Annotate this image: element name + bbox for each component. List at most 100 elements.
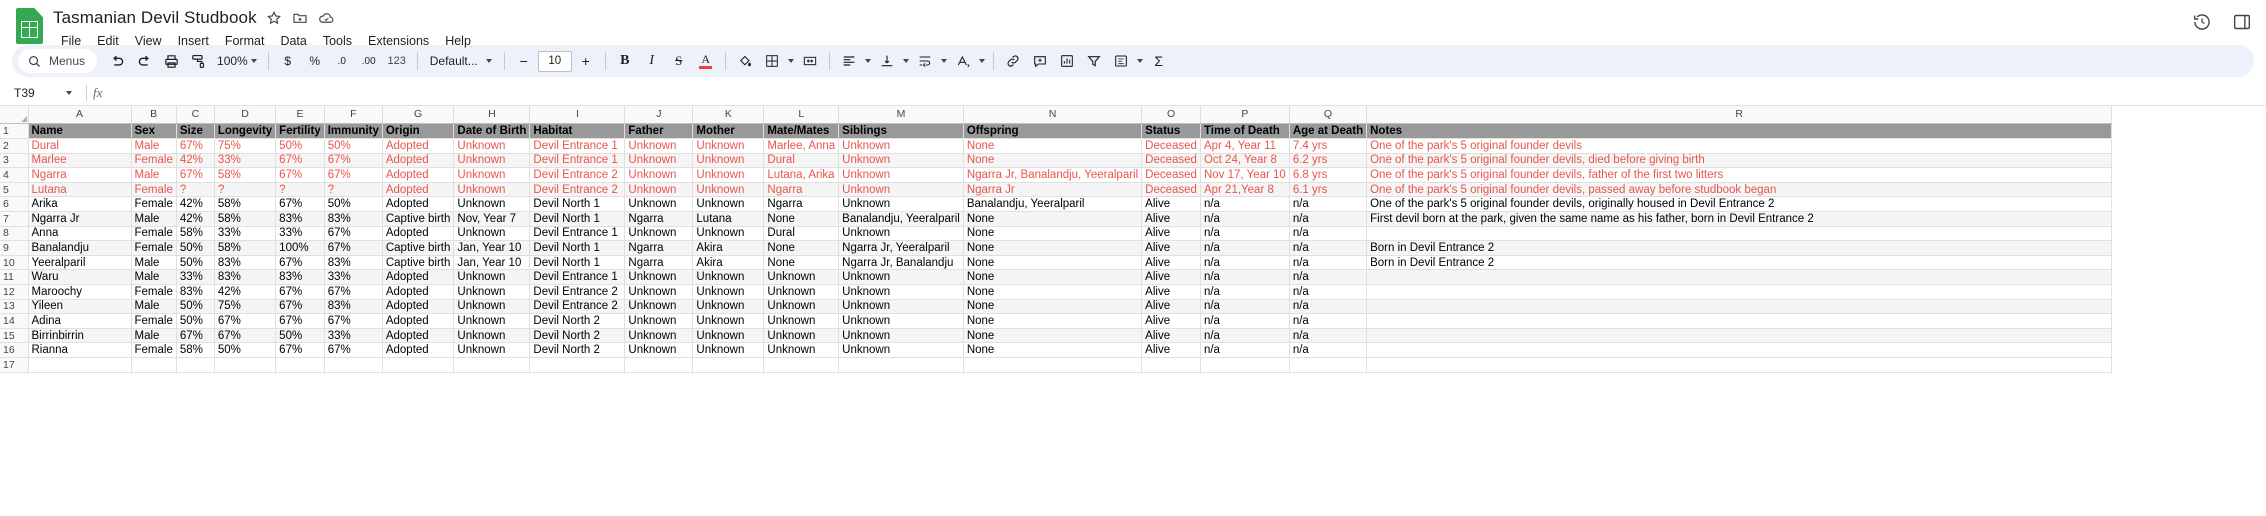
cell-M12[interactable]: Unknown bbox=[838, 284, 964, 300]
cell-D15[interactable]: 67% bbox=[214, 328, 277, 344]
table-row[interactable]: 9 Banalandju Female 50% 58% 100% 67% Captive bi… bbox=[0, 240, 2113, 256]
cell-K9[interactable]: Akira bbox=[692, 240, 765, 256]
cell-C10[interactable]: 50% bbox=[176, 255, 215, 271]
cell-A6[interactable]: Arika bbox=[28, 196, 132, 212]
valign-dropdown[interactable] bbox=[901, 48, 911, 74]
column-title-E[interactable]: Fertility bbox=[275, 123, 325, 139]
star-icon[interactable] bbox=[266, 9, 283, 26]
functions-button[interactable] bbox=[1108, 48, 1134, 74]
cell-N16[interactable]: None bbox=[963, 342, 1143, 358]
cell-M17[interactable] bbox=[838, 357, 964, 373]
cell-F8[interactable]: 67% bbox=[324, 226, 383, 242]
cell-L7[interactable]: None bbox=[763, 211, 840, 227]
bold-button[interactable]: B bbox=[612, 48, 638, 74]
row-header-13[interactable]: 13 bbox=[0, 299, 29, 315]
cell-A8[interactable]: Anna bbox=[28, 226, 132, 242]
column-header-H[interactable]: H bbox=[453, 106, 531, 124]
cell-C5[interactable]: ? bbox=[176, 182, 215, 198]
cell-A11[interactable]: Waru bbox=[28, 269, 132, 285]
cell-C12[interactable]: 83% bbox=[176, 284, 215, 300]
cell-R13[interactable] bbox=[1366, 299, 2113, 315]
move-to-folder-icon[interactable] bbox=[292, 9, 309, 26]
table-row[interactable]: 5 Lutana Female???? Adopted Unknown Devil Ent… bbox=[0, 182, 2113, 198]
horizontal-align-button[interactable] bbox=[836, 48, 862, 74]
zoom-control[interactable]: 100% bbox=[212, 48, 262, 74]
insert-comment-button[interactable] bbox=[1027, 48, 1053, 74]
cell-Q11[interactable]: n/a bbox=[1289, 269, 1368, 285]
cell-J5[interactable]: Unknown bbox=[624, 182, 694, 198]
menu-edit[interactable]: Edit bbox=[89, 32, 127, 50]
cell-B4[interactable]: Male bbox=[131, 167, 177, 183]
cell-P12[interactable]: n/a bbox=[1200, 284, 1290, 300]
cell-K16[interactable]: Unknown bbox=[692, 342, 765, 358]
menu-help[interactable]: Help bbox=[437, 32, 479, 50]
cell-O8[interactable]: Alive bbox=[1141, 226, 1201, 242]
cell-B12[interactable]: Female bbox=[131, 284, 177, 300]
cell-J16[interactable]: Unknown bbox=[624, 342, 694, 358]
cell-D16[interactable]: 50% bbox=[214, 342, 277, 358]
cell-L5[interactable]: Ngarra bbox=[763, 182, 840, 198]
spreadsheet-grid[interactable]: ABCDEFGHIJKLMNOPQR 1 Name Sex Size Longevity… bbox=[0, 106, 2266, 506]
menu-extensions[interactable]: Extensions bbox=[360, 32, 437, 50]
cell-H9[interactable]: Jan, Year 10 bbox=[453, 240, 531, 256]
cell-D9[interactable]: 58% bbox=[214, 240, 277, 256]
cell-A12[interactable]: Maroochy bbox=[28, 284, 132, 300]
cell-O9[interactable]: Alive bbox=[1141, 240, 1201, 256]
column-header-N[interactable]: N bbox=[963, 106, 1143, 124]
cell-R5[interactable]: One of the park's 5 original founder dev… bbox=[1366, 182, 2113, 198]
cell-Q16[interactable]: n/a bbox=[1289, 342, 1368, 358]
column-title-Q[interactable]: Age at Death bbox=[1289, 123, 1368, 139]
table-row[interactable]: 16 Rianna Female 58% 50% 67% 67% Adopted Unknown… bbox=[0, 342, 2113, 358]
cell-I16[interactable]: Devil North 2 bbox=[529, 342, 626, 358]
cell-H2[interactable]: Unknown bbox=[453, 138, 531, 154]
borders-button[interactable] bbox=[759, 48, 785, 74]
cell-D12[interactable]: 42% bbox=[214, 284, 277, 300]
table-row[interactable]: 8 Anna Female 58% 33% 33% 67% Adopted Unknown Dev… bbox=[0, 226, 2113, 242]
cell-R17[interactable] bbox=[1366, 357, 2113, 373]
cell-A13[interactable]: Yileen bbox=[28, 299, 132, 315]
cell-K3[interactable]: Unknown bbox=[692, 153, 765, 169]
format-currency-button[interactable]: $ bbox=[275, 48, 301, 74]
cell-G14[interactable]: Adopted bbox=[382, 313, 455, 329]
cell-J12[interactable]: Unknown bbox=[624, 284, 694, 300]
cell-R14[interactable] bbox=[1366, 313, 2113, 329]
cell-F3[interactable]: 67% bbox=[324, 153, 383, 169]
table-row[interactable]: 12 Maroochy Female 83% 42% 67% 67% Adopted Unkno… bbox=[0, 284, 2113, 300]
cell-L9[interactable]: None bbox=[763, 240, 840, 256]
cell-L11[interactable]: Unknown bbox=[763, 269, 840, 285]
cell-Q6[interactable]: n/a bbox=[1289, 196, 1368, 212]
column-title-I[interactable]: Habitat bbox=[529, 123, 626, 139]
row-header-5[interactable]: 5 bbox=[0, 182, 29, 198]
cell-I14[interactable]: Devil North 2 bbox=[529, 313, 626, 329]
cell-Q14[interactable]: n/a bbox=[1289, 313, 1368, 329]
cell-E14[interactable]: 67% bbox=[275, 313, 325, 329]
cell-I11[interactable]: Devil Entrance 1 bbox=[529, 269, 626, 285]
cell-B17[interactable] bbox=[131, 357, 177, 373]
cell-C7[interactable]: 42% bbox=[176, 211, 215, 227]
cell-I15[interactable]: Devil North 2 bbox=[529, 328, 626, 344]
cell-B2[interactable]: Male bbox=[131, 138, 177, 154]
column-header-B[interactable]: B bbox=[131, 106, 177, 124]
column-header-D[interactable]: D bbox=[214, 106, 277, 124]
cell-O16[interactable]: Alive bbox=[1141, 342, 1201, 358]
cell-J17[interactable] bbox=[624, 357, 694, 373]
table-row[interactable]: 2 Dural Male 67% 75% 50% 50% Adopted Unknown Devi… bbox=[0, 138, 2113, 154]
cell-I17[interactable] bbox=[529, 357, 626, 373]
row-header-7[interactable]: 7 bbox=[0, 211, 29, 227]
cell-N14[interactable]: None bbox=[963, 313, 1143, 329]
cell-R12[interactable] bbox=[1366, 284, 2113, 300]
cell-L10[interactable]: None bbox=[763, 255, 840, 271]
cell-F10[interactable]: 83% bbox=[324, 255, 383, 271]
formula-input[interactable] bbox=[102, 82, 2266, 104]
cell-Q5[interactable]: 6.1 yrs bbox=[1289, 182, 1368, 198]
cell-C15[interactable]: 67% bbox=[176, 328, 215, 344]
text-wrapping-button[interactable] bbox=[912, 48, 938, 74]
column-title-K[interactable]: Mother bbox=[692, 123, 765, 139]
cell-Q8[interactable]: n/a bbox=[1289, 226, 1368, 242]
borders-dropdown[interactable] bbox=[786, 48, 796, 74]
cell-E8[interactable]: 33% bbox=[275, 226, 325, 242]
more-formats-button[interactable]: 123 bbox=[383, 48, 411, 74]
cell-I6[interactable]: Devil North 1 bbox=[529, 196, 626, 212]
menu-file[interactable]: File bbox=[53, 32, 89, 50]
cell-G17[interactable] bbox=[382, 357, 455, 373]
